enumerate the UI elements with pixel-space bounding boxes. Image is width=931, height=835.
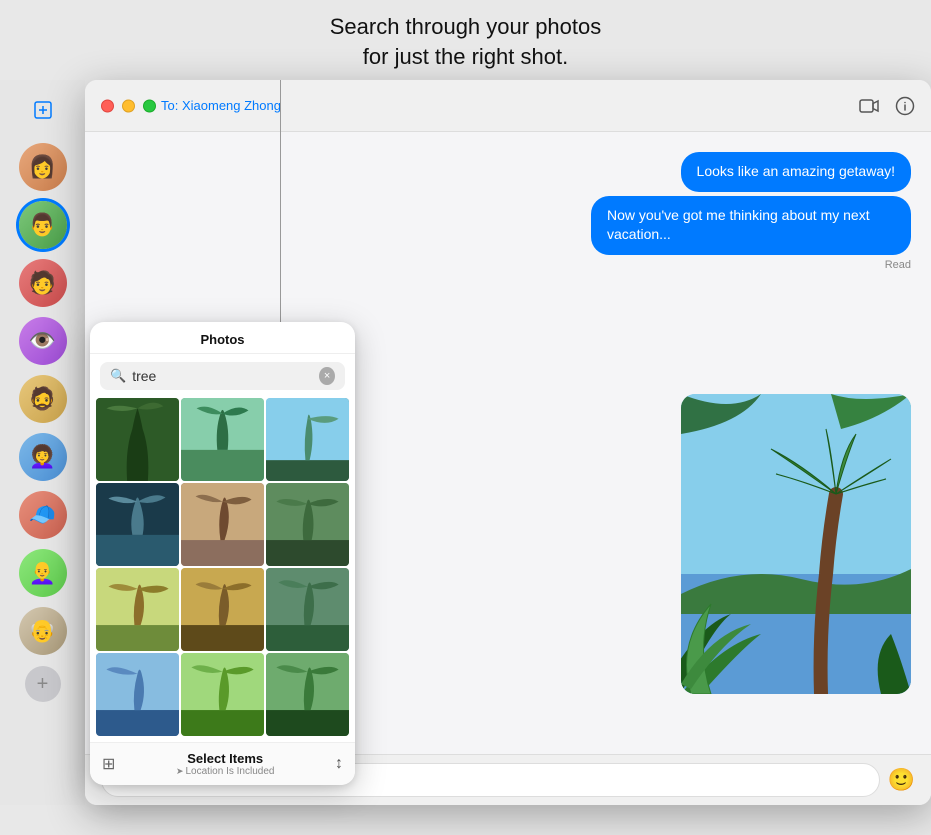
recipient-field: To: Xiaomeng Zhong [161, 98, 281, 113]
location-label: ➤ Location Is Included [176, 766, 275, 777]
contact-avatar-1[interactable]: 👩 [19, 143, 67, 191]
message-bubbles: Looks like an amazing getaway! Now you'v… [105, 152, 911, 255]
photos-footer: ⊞ Select Items ➤ Location Is Included ↕ [90, 742, 355, 785]
photo-thumb-6[interactable] [266, 483, 349, 566]
info-button[interactable] [895, 96, 915, 116]
search-icon: 🔍 [110, 368, 126, 384]
photo-thumb-4[interactable] [96, 483, 179, 566]
tooltip-line2: for just the right shot. [363, 44, 568, 69]
contact-avatar-5[interactable]: 🧔 [19, 375, 67, 423]
contact-avatar-4[interactable]: 👁️ [19, 317, 67, 365]
contact-avatar-8[interactable]: 👩‍🦲 [19, 549, 67, 597]
close-button[interactable] [101, 99, 114, 112]
photos-search-bar[interactable]: 🔍 × [100, 362, 345, 390]
photo-thumb-8[interactable] [181, 568, 264, 651]
contact-avatar-3[interactable]: 🧑 [19, 259, 67, 307]
titlebar: To: Xiaomeng Zhong [85, 80, 931, 132]
photo-thumb-7[interactable] [96, 568, 179, 651]
contact-name: Xiaomeng Zhong [182, 98, 281, 113]
titlebar-actions [859, 96, 915, 116]
photo-thumb-5[interactable] [181, 483, 264, 566]
compose-button[interactable] [25, 92, 61, 128]
emoji-button[interactable]: 🙂 [888, 767, 915, 793]
photos-popup: Photos 🔍 × [90, 322, 355, 785]
photos-title: Photos [90, 322, 355, 354]
message-bubble-2: Now you've got me thinking about my next… [591, 196, 911, 255]
read-receipt: Read [105, 259, 911, 271]
search-clear-button[interactable]: × [319, 367, 335, 385]
contact-avatar-9[interactable]: 👴 [19, 607, 67, 655]
window-controls [101, 99, 156, 112]
sort-icon[interactable]: ↕ [335, 755, 343, 773]
photo-thumb-1[interactable] [96, 398, 179, 481]
photo-thumb-3[interactable] [266, 398, 349, 481]
contact-avatar-2-active[interactable]: 👨 [19, 201, 67, 249]
maximize-button[interactable] [143, 99, 156, 112]
photos-search-input[interactable] [132, 368, 313, 384]
select-items-label: Select Items [176, 751, 275, 766]
photo-thumb-11[interactable] [181, 653, 264, 736]
photo-thumb-9[interactable] [266, 568, 349, 651]
contact-avatar-6[interactable]: 👩‍🦱 [19, 433, 67, 481]
tooltip-line [280, 80, 281, 350]
photos-grid [90, 398, 355, 742]
sidebar: 👩 👨 🧑 👁️ 🧔 👩‍🦱 🧢 👩‍🦲 👴 + [0, 80, 85, 805]
message-bubble-1: Looks like an amazing getaway! [681, 152, 911, 192]
chat-photo[interactable] [681, 394, 911, 694]
photo-thumb-2[interactable] [181, 398, 264, 481]
footer-center: Select Items ➤ Location Is Included [176, 751, 275, 777]
minimize-button[interactable] [122, 99, 135, 112]
add-contact-button[interactable]: + [25, 666, 61, 702]
location-text: Location Is Included [186, 766, 275, 777]
location-icon: ➤ [176, 766, 184, 777]
to-label: To: [161, 98, 178, 113]
tooltip-line1: Search through your photos [330, 14, 602, 39]
grid-view-icon[interactable]: ⊞ [102, 754, 115, 774]
contact-avatar-7[interactable]: 🧢 [19, 491, 67, 539]
video-call-button[interactable] [859, 96, 879, 116]
photo-thumb-12[interactable] [266, 653, 349, 736]
photo-thumb-10[interactable] [96, 653, 179, 736]
tooltip: Search through your photos for just the … [0, 0, 931, 71]
